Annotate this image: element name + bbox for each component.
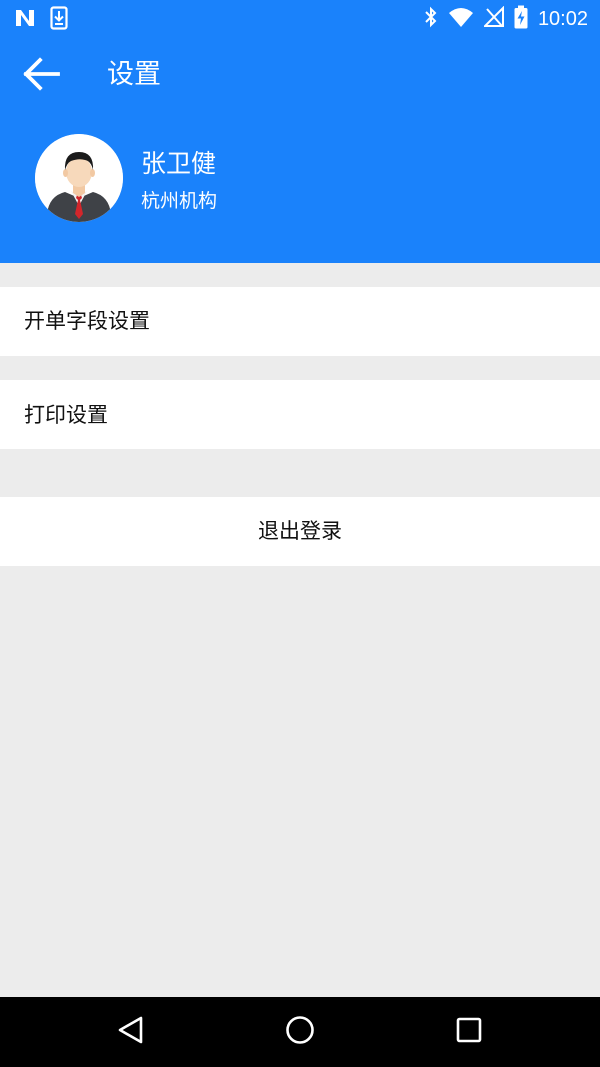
user-name: 张卫健 <box>141 149 217 178</box>
wifi-icon <box>448 6 474 32</box>
avatar[interactable] <box>35 134 123 222</box>
logout-button[interactable]: 退出登录 <box>0 497 600 566</box>
system-nav-bar <box>0 997 600 1067</box>
order-fields-settings-row[interactable]: 开单字段设置 <box>0 287 600 356</box>
recents-square-icon <box>455 1016 483 1048</box>
back-button[interactable] <box>14 52 68 100</box>
nav-recents-button[interactable] <box>451 1014 487 1050</box>
download-icon <box>50 6 68 34</box>
profile-header: 设置 张卫健 杭州机构 <box>0 34 600 263</box>
notification-n-icon <box>14 7 36 33</box>
print-settings-label: 打印设置 <box>24 403 108 427</box>
nav-home-button[interactable] <box>282 1014 318 1050</box>
no-signal-icon <box>482 5 504 32</box>
logout-label: 退出登录 <box>258 519 342 543</box>
home-circle-icon <box>284 1014 316 1050</box>
order-fields-settings-label: 开单字段设置 <box>24 309 150 333</box>
page-title: 设置 <box>107 59 161 90</box>
bluetooth-icon <box>424 6 438 32</box>
battery-charging-icon <box>514 5 528 33</box>
print-settings-row[interactable]: 打印设置 <box>0 380 600 449</box>
status-bar: 10:02 <box>0 0 600 34</box>
arrow-back-icon <box>22 57 60 95</box>
settings-screen: 10:02 设置 张卫健 杭州机构 开单字段设置 打印设置 退出登录 <box>0 0 600 1067</box>
user-organization: 杭州机构 <box>141 190 218 212</box>
user-avatar-icon <box>35 134 123 222</box>
status-time: 10:02 <box>537 8 588 30</box>
back-triangle-icon <box>116 1015 146 1049</box>
nav-back-button[interactable] <box>113 1014 149 1050</box>
